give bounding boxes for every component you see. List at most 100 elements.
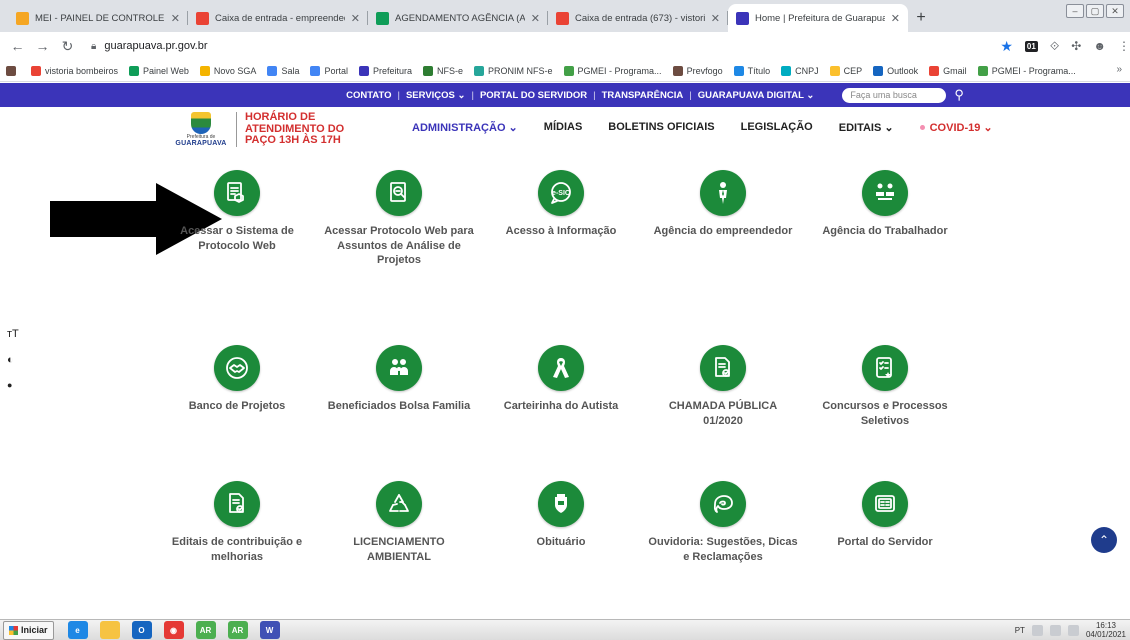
service-label[interactable]: Acessar o Sistema de Protocolo Web — [162, 224, 312, 253]
tray-printer-icon[interactable] — [1031, 624, 1043, 636]
browser-tab[interactable]: MEI - PAINEL DE CONTROLE ✕ — [8, 4, 188, 32]
bookmark-item[interactable]: PRONIM NFS-e — [474, 65, 553, 76]
service-label[interactable]: Acessar Protocolo Web para Assuntos de A… — [324, 224, 474, 268]
bookmark-item[interactable]: CEP — [829, 65, 862, 76]
document-check-icon[interactable] — [700, 345, 746, 391]
service-tile[interactable]: Portal do Servidor — [810, 481, 960, 550]
topbar-link[interactable]: PORTAL DO SERVIDOR — [480, 90, 587, 101]
browser-tab[interactable]: Home | Prefeitura de Guarapuava ✕ — [728, 4, 908, 32]
speech-icon[interactable] — [700, 481, 746, 527]
service-label[interactable]: CHAMADA PÚBLICA 01/2020 — [648, 399, 798, 428]
tray-volume-icon[interactable] — [1067, 624, 1079, 636]
bookmark-item[interactable]: Novo SGA — [199, 65, 256, 76]
browser-tab[interactable]: AGENDAMENTO AGÊNCIA (ALVA ✕ — [368, 4, 548, 32]
site-search-input[interactable] — [842, 87, 947, 103]
bookmark-item[interactable]: Título — [733, 65, 770, 76]
topbar-link[interactable]: GUARAPUAVA DIGITAL ⌄ — [698, 90, 815, 101]
close-icon[interactable]: ✕ — [531, 12, 540, 25]
service-label[interactable]: Carteirinha do Autista — [486, 399, 636, 414]
acrobat-icon[interactable]: AR — [227, 621, 248, 639]
new-tab-button[interactable]: + — [908, 5, 934, 31]
service-tile[interactable]: Carteirinha do Autista — [486, 345, 636, 414]
businessman-icon[interactable] — [700, 170, 746, 216]
service-label[interactable]: Portal do Servidor — [810, 535, 960, 550]
protocol-icon[interactable] — [214, 170, 260, 216]
back-to-top-button[interactable]: ⌃ — [1091, 527, 1117, 553]
nav-administracao[interactable]: ADMINISTRAÇÃO ⌄ — [412, 121, 518, 134]
back-icon[interactable]: ← — [8, 38, 27, 54]
id-card-icon[interactable] — [862, 481, 908, 527]
browser-tab[interactable]: Caixa de entrada - empreendedo ✕ — [188, 4, 368, 32]
close-icon[interactable]: ✕ — [351, 12, 360, 25]
service-label[interactable]: Editais de contribuição e melhorias — [162, 535, 312, 564]
service-label[interactable]: Ouvidoria: Sugestões, Dicas e Reclamaçõe… — [648, 535, 798, 564]
bookmark-item[interactable]: CNPJ — [781, 65, 819, 76]
service-tile[interactable]: Editais de contribuição e melhorias — [162, 481, 312, 564]
nav-legislacao[interactable]: LEGISLAÇÃO — [741, 121, 813, 134]
topbar-link[interactable]: TRANSPARÊNCIA — [602, 90, 684, 101]
bookmark-item[interactable]: Painel Web — [129, 65, 189, 76]
reload-icon[interactable]: ↻ — [58, 38, 77, 55]
service-label[interactable]: Obituário — [486, 535, 636, 550]
bookmark-star-icon[interactable]: ★ — [1000, 38, 1013, 55]
service-tile[interactable]: Agência do empreendedor — [648, 170, 798, 239]
address-bar[interactable]: 🔒︎ guarapuava.pr.gov.br — [83, 34, 996, 58]
word-icon[interactable]: W — [259, 621, 280, 639]
profile-icon[interactable]: ☻ — [1093, 39, 1106, 53]
nav-boletins[interactable]: BOLETINS OFICIAIS — [608, 121, 714, 134]
bookmark-item[interactable]: NFS-e — [423, 65, 463, 76]
service-label[interactable]: Agência do empreendedor — [648, 224, 798, 239]
search-icon[interactable]: ⚲ — [954, 87, 964, 103]
service-tile[interactable]: e-SIC Acesso à Informação — [486, 170, 636, 239]
extension-icon[interactable]: ⟐ — [1050, 39, 1059, 54]
service-label[interactable]: Acesso à Informação — [486, 224, 636, 239]
nav-covid[interactable]: COVID-19 ⌄ — [919, 121, 993, 134]
browser-tab[interactable]: Caixa de entrada (673) - vistoria ✕ — [548, 4, 728, 32]
service-tile[interactable]: LICENCIAMENTO AMBIENTAL — [324, 481, 474, 564]
bookmark-item[interactable]: PGMEI - Programa... — [563, 65, 662, 76]
close-icon[interactable]: ✕ — [171, 12, 180, 25]
bookmark-item[interactable]: Gmail — [929, 65, 967, 76]
service-tile[interactable]: Obituário — [486, 481, 636, 550]
folder-icon[interactable] — [99, 621, 120, 639]
service-tile[interactable]: Ouvidoria: Sugestões, Dicas e Reclamaçõe… — [648, 481, 798, 564]
ie-icon[interactable]: e — [67, 621, 88, 639]
menu-kebab-icon[interactable]: ⋮ — [1118, 39, 1130, 53]
document-search-icon[interactable] — [376, 170, 422, 216]
tray-network-icon[interactable] — [1049, 624, 1061, 636]
workers-icon[interactable] — [862, 170, 908, 216]
bookmark-item[interactable]: PGMEI - Programa... — [977, 65, 1076, 76]
service-tile[interactable]: Agência do Trabalhador — [810, 170, 960, 239]
service-label[interactable]: Beneficiados Bolsa Familia — [324, 399, 474, 414]
puzzle-icon[interactable]: ✣ — [1071, 39, 1081, 53]
language-indicator[interactable]: PT — [1015, 626, 1025, 635]
service-tile[interactable]: Beneficiados Bolsa Familia — [324, 345, 474, 414]
ribbon-icon[interactable] — [538, 345, 584, 391]
bookmark-item[interactable]: Outlook — [873, 65, 918, 76]
forward-icon[interactable]: → — [33, 38, 52, 54]
minimize-button[interactable]: – — [1066, 4, 1084, 18]
bookmark-item[interactable]: vistoria bombeiros — [31, 65, 118, 76]
close-window-button[interactable]: ✕ — [1106, 4, 1124, 18]
prefeitura-logo[interactable]: Prefeitura de GUARAPUAVA — [172, 112, 230, 154]
service-tile[interactable]: Acessar Protocolo Web para Assuntos de A… — [324, 170, 474, 268]
saturation-icon[interactable]: ● — [7, 380, 19, 390]
close-icon[interactable]: ✕ — [891, 12, 900, 25]
close-icon[interactable]: ✕ — [711, 12, 720, 25]
bookmark-favicon[interactable] — [6, 65, 16, 76]
bookmark-item[interactable]: Sala — [267, 65, 299, 76]
bookmark-item[interactable]: Portal — [310, 65, 348, 76]
bookmark-item[interactable]: Prevfogo — [672, 65, 723, 76]
handshake-icon[interactable] — [214, 345, 260, 391]
contrast-icon[interactable]: ◐ — [7, 354, 19, 366]
chrome-icon[interactable]: ◉ — [163, 621, 184, 639]
checklist-icon[interactable] — [862, 345, 908, 391]
topbar-link[interactable]: CONTATO — [346, 90, 391, 101]
recycle-icon[interactable] — [376, 481, 422, 527]
topbar-link[interactable]: SERVIÇOS ⌄ — [406, 90, 466, 101]
service-label[interactable]: LICENCIAMENTO AMBIENTAL — [324, 535, 474, 564]
service-label[interactable]: Concursos e Processos Seletivos — [810, 399, 960, 428]
family-icon[interactable] — [376, 345, 422, 391]
bookmark-item[interactable]: Prefeitura — [358, 65, 412, 76]
crest-icon[interactable] — [538, 481, 584, 527]
